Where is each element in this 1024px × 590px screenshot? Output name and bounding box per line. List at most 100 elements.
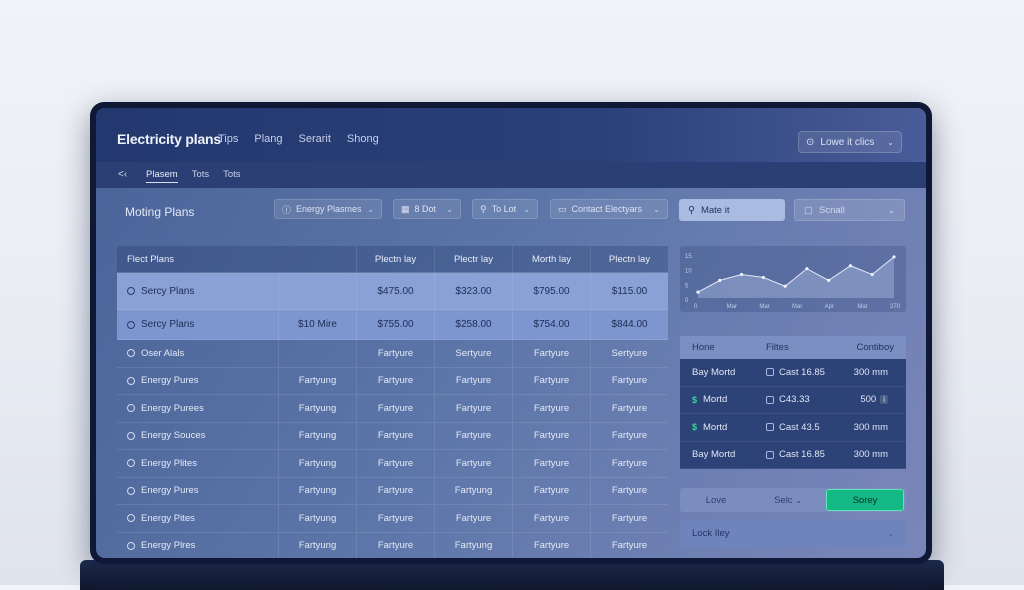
filter-8-dot[interactable]: ▦ 8 Dot ⌄: [393, 199, 461, 219]
right-table-row[interactable]: Bay Mortd Cast 16.85 300 mm: [680, 441, 906, 469]
table-cell: Fartyure: [611, 485, 648, 497]
box-icon: [766, 368, 774, 377]
table-cell: Fartyung: [279, 367, 357, 394]
mini-chart: 15 10 5 0 0 Mar Mar Mar Apr Mar 270: [680, 246, 906, 312]
header-cell[interactable]: Plectr lay: [435, 246, 513, 272]
tab-plasem[interactable]: Plasem: [146, 169, 178, 183]
back-icon[interactable]: <‹: [118, 169, 127, 180]
table-cell: Fartyure: [513, 395, 591, 422]
table-cell: $475.00: [357, 273, 435, 309]
table-row[interactable]: Oser Alals Fartyure Sertyure Fartyure Sertyu…: [117, 340, 668, 368]
right-name-cell: $ Mortd: [680, 422, 754, 433]
table-row[interactable]: Sercy Plans $475.00 $323.00 $795.00 $115.00: [117, 273, 668, 310]
header-cell[interactable]: Plectn lay: [357, 246, 435, 272]
plan-name-cell: Energy Plres: [117, 532, 279, 558]
nav-item-plang[interactable]: Plang: [254, 133, 282, 145]
info-tag: i: [880, 395, 888, 405]
right-cost-cell: C43.33: [754, 394, 834, 405]
action-bar: Love Selc ⌄ Sorey: [680, 488, 906, 512]
row-radio[interactable]: [127, 376, 135, 385]
plan-name: Energy Plites: [141, 457, 197, 469]
table-cell: Fartyure: [513, 367, 591, 394]
table-cell: $115.00: [611, 285, 648, 297]
table-cell: Fartyure: [357, 367, 435, 394]
table-cell: Fartyure: [611, 540, 648, 552]
filter-to-lot[interactable]: ⚲ To Lot ⌄: [472, 199, 538, 219]
right-value-cell: 500 i: [834, 394, 906, 405]
plan-name-cell: Energy Pures: [117, 367, 279, 394]
row-radio[interactable]: [127, 320, 135, 329]
right-cost-cell: Cast 16.85: [754, 449, 834, 460]
table-cell: Fartyure: [611, 457, 648, 469]
chart-point: [870, 272, 874, 277]
chevron-down-icon: ⌄: [367, 204, 374, 214]
dollar-icon: $: [692, 394, 698, 405]
love-button[interactable]: Love: [680, 495, 752, 506]
top-search-button[interactable]: ⊙ Lowe it clics ⌄: [798, 131, 902, 153]
table-cell: Sertyure: [611, 347, 648, 359]
table-row[interactable]: Energy Plres Fartyung Fartyure Fartyung Fart…: [117, 532, 668, 558]
plan-name: Oser Alals: [141, 347, 185, 359]
chart-x-tick: Mar: [727, 304, 737, 310]
plan-name-cell: Energy Pites: [117, 505, 279, 532]
select-dropdown[interactable]: Selc ⌄: [752, 495, 824, 506]
chart-point: [805, 267, 809, 271]
right-table-row[interactable]: $ Mortd Cast 43.5 300 mm: [680, 414, 906, 442]
box-icon: [766, 423, 774, 432]
row-radio[interactable]: [127, 287, 135, 295]
table-row[interactable]: Energy Purees Fartyung Fartyure Fartyure Far…: [117, 395, 668, 423]
right-header-cell: Hone: [692, 342, 715, 353]
header-cell[interactable]: Flect Plans: [117, 246, 357, 272]
right-table-row[interactable]: Bay Mortd Cast 16.85 300 mm: [680, 359, 906, 387]
tab-tots-2[interactable]: Tots: [223, 169, 240, 183]
filter-energy-plans[interactable]: ⓘ Energy Plasmes ⌄: [274, 199, 382, 219]
chevron-down-icon: ⌄: [446, 204, 453, 214]
row-radio[interactable]: [127, 514, 135, 523]
app-screen: Electricity plans Tips Plang Serarit Sho…: [96, 108, 926, 558]
row-radio[interactable]: [127, 404, 135, 413]
right-cost-cell: Cast 16.85: [754, 367, 834, 378]
nav-item-tips[interactable]: Tips: [218, 133, 238, 145]
chart-x-tick: Mar: [857, 304, 867, 310]
table-row[interactable]: Energy Pures Fartyung Fartyure Fartyung Fart…: [117, 477, 668, 505]
header-cell[interactable]: Morth lay: [513, 246, 591, 272]
table-row[interactable]: Energy Pites Fartyung Fartyure Fartyure Fart…: [117, 505, 668, 533]
row-radio[interactable]: [127, 459, 135, 468]
right-table-row[interactable]: $ Mortd C43.33 500 i: [680, 386, 906, 414]
filter-contact-electyars[interactable]: ▭ Contact Electyars ⌄: [550, 199, 668, 219]
plan-name-cell: Energy Plites: [117, 450, 279, 477]
row-radio[interactable]: [127, 431, 135, 440]
table-row[interactable]: Energy Pures Fartyung Fartyure Fartyure Fart…: [117, 367, 668, 395]
nav-item-serarit[interactable]: Serarit: [299, 133, 331, 145]
table-cell: [279, 273, 357, 309]
cancel-button[interactable]: ▢ Scnall ⌄: [794, 199, 905, 221]
row-radio[interactable]: [127, 541, 135, 550]
plan-name-cell: Energy Souces: [117, 422, 279, 449]
tab-bar: <‹ Plasem Tots Tots: [96, 162, 926, 188]
row-radio[interactable]: [127, 486, 135, 495]
user-icon: ⚲: [480, 203, 487, 214]
chart-point: [783, 284, 787, 288]
primary-action-button[interactable]: Sorey: [826, 489, 904, 511]
table-cell: Fartyure: [513, 505, 591, 532]
header-cell[interactable]: Plectn lay: [591, 246, 668, 272]
plan-name-cell: Energy Pures: [117, 477, 279, 504]
table-row[interactable]: Sercy Plans $10 Mire $755.00 $258.00 $754.00…: [117, 310, 668, 340]
table-row[interactable]: Energy Plites Fartyung Fartyure Fartyure Far…: [117, 450, 668, 478]
filter-label: Energy Plasmes: [296, 204, 362, 214]
nav-item-shong[interactable]: Shong: [347, 133, 379, 145]
tab-tots-1[interactable]: Tots: [192, 169, 209, 183]
table-cell: Fartyure: [513, 477, 591, 504]
table-cell: Fartyung: [435, 477, 513, 504]
row-radio[interactable]: [127, 349, 135, 358]
right-header-cell: Filtes: [766, 342, 789, 353]
table-cell: Fartyure: [435, 422, 513, 449]
right-value: 300 mm: [853, 366, 888, 378]
right-value-cell: 300 mm: [834, 367, 906, 378]
table-row[interactable]: Energy Souces Fartyung Fartyure Fartyure Far…: [117, 422, 668, 450]
lock-bar[interactable]: Lock Iley ⌄: [680, 520, 906, 547]
table-body: Sercy Plans $475.00 $323.00 $795.00 $115.00 S…: [117, 273, 668, 558]
square-icon: ▢: [804, 204, 813, 216]
plan-name: Energy Plres: [141, 540, 196, 552]
match-button[interactable]: ⚲ Mate it: [679, 199, 785, 221]
